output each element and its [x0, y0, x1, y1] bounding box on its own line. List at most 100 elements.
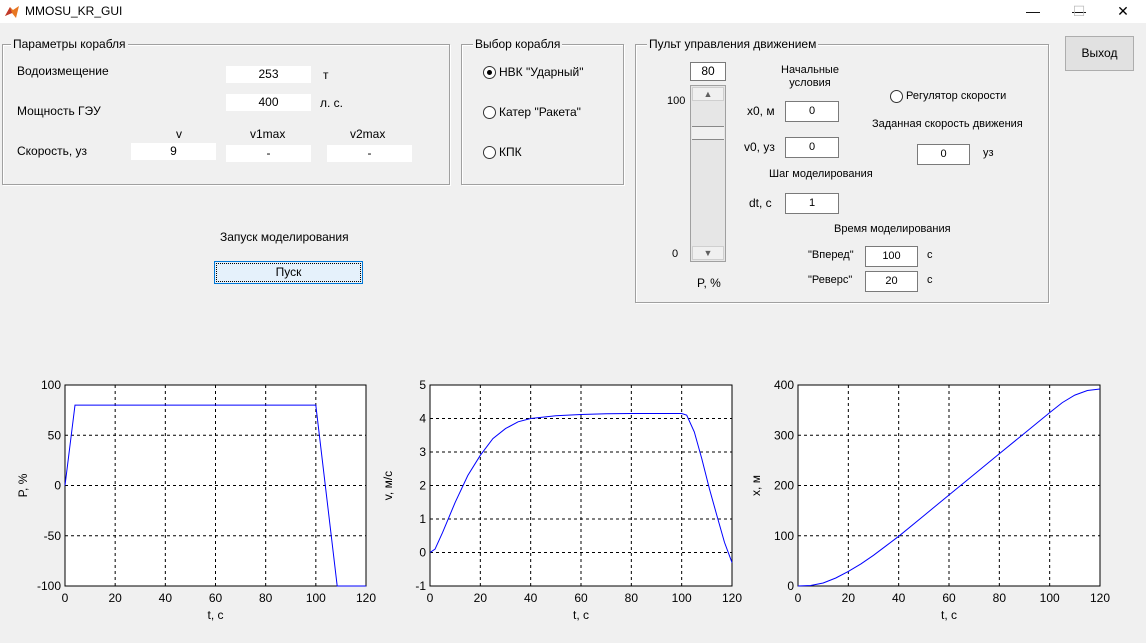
- y-tick-label: 100: [774, 529, 794, 543]
- motion-control-title: Пульт управления движением: [647, 37, 819, 51]
- x-tick-label: 40: [524, 591, 538, 605]
- y-axis-label: v, м/с: [381, 471, 395, 500]
- radio-raketa[interactable]: [483, 106, 496, 119]
- ship-select-title: Выбор корабля: [473, 37, 563, 51]
- y-tick-label: 0: [54, 479, 61, 493]
- forward-label: "Вперед": [808, 249, 854, 261]
- power-field[interactable]: 400: [226, 94, 311, 111]
- slider-thumb[interactable]: [692, 126, 724, 141]
- speed-regulator-option[interactable]: Регулятор скорости: [888, 89, 1038, 103]
- maximize-btn[interactable]: ☐: [1056, 0, 1102, 23]
- charts-area: 0 20 40 60 80 100 120-100-50050100t, сP, %0 20 4…: [16, 378, 1110, 622]
- displacement-unit: т: [323, 68, 329, 82]
- dt-label: dt, с: [749, 196, 772, 210]
- minimize-icon-glyph: —: [1026, 3, 1040, 19]
- x-tick-label: 120: [356, 591, 376, 605]
- v2max-field: -: [327, 145, 412, 162]
- slider-min-label: 0: [672, 248, 679, 260]
- reverse-time-field[interactable]: 20: [865, 271, 918, 292]
- x-tick-label: 100: [672, 591, 692, 605]
- slider-up-arrow[interactable]: ▲: [692, 87, 724, 101]
- y-tick-label: 400: [774, 378, 794, 392]
- y-tick-label: 3: [419, 445, 426, 459]
- run-label: Запуск моделирования: [220, 230, 349, 244]
- close-btn[interactable]: ✕: [1100, 0, 1146, 23]
- x-axis-label: t, с: [207, 608, 223, 622]
- y-tick-label: -100: [37, 579, 61, 593]
- slider-max-label: 100: [667, 95, 686, 107]
- ship-option-kpk-label: КПК: [499, 145, 522, 159]
- reverse-label: "Реверс": [808, 274, 853, 286]
- y-tick-label: 2: [419, 479, 426, 493]
- matlab-icon: [5, 6, 19, 18]
- maximize-icon: ☐: [1072, 3, 1086, 19]
- exit-button[interactable]: Выход: [1065, 36, 1134, 71]
- chart-2: 0 20 40 60 80 100 120-1012345t, сv, м/с: [381, 378, 742, 622]
- forward-time-field[interactable]: 100: [865, 246, 918, 267]
- target-speed-unit: уз: [983, 147, 994, 159]
- power-label: Мощность ГЭУ: [17, 104, 101, 118]
- y-tick-label: 0: [787, 579, 794, 593]
- v1max-field: -: [226, 145, 311, 162]
- radio-nvk[interactable]: [483, 66, 496, 79]
- radio-kpk[interactable]: [483, 146, 496, 159]
- power-percent-label: P, %: [697, 276, 721, 290]
- chart-3: 0 20 40 60 80 100 120 0 100 200 300 400 t, с x, м: [749, 378, 1110, 622]
- y-axis-label: x, м: [749, 475, 763, 496]
- reverse-unit: с: [927, 274, 933, 286]
- x-tick-label: 20: [108, 591, 122, 605]
- displacement-field[interactable]: 253: [226, 66, 311, 83]
- ship-option-raketa[interactable]: Катер "Ракета": [481, 105, 621, 121]
- x-tick-label: 40: [159, 591, 173, 605]
- x-axis-label: t, с: [573, 608, 589, 622]
- x-tick-label: 100: [306, 591, 326, 605]
- close-icon: ✕: [1117, 3, 1129, 19]
- x-tick-label: 60: [574, 591, 588, 605]
- y-tick-label: 5: [419, 378, 426, 392]
- v-field[interactable]: 9: [131, 143, 216, 160]
- chart-1: 0 20 40 60 80 100 120 -100 -50 0 50 100 t, с P, %: [16, 378, 376, 622]
- y-tick-label: 100: [41, 378, 61, 392]
- ship-option-raketa-label: Катер "Ракета": [499, 105, 581, 119]
- dt-field[interactable]: 1: [785, 193, 839, 214]
- x-tick-label: 120: [1090, 591, 1110, 605]
- title-bar: MMOSU_KR_GUI —: [0, 0, 1146, 23]
- y-axis-label: P, %: [16, 473, 30, 497]
- target-speed-title: Заданная скорость движения: [872, 118, 1023, 130]
- v0-field[interactable]: 0: [785, 137, 839, 158]
- displacement-label: Водоизмещение: [17, 64, 109, 78]
- y-tick-label: 200: [774, 479, 794, 493]
- col-v1max-header: v1max: [250, 127, 286, 141]
- x-tick-label: 60: [209, 591, 223, 605]
- x-tick-label: 0: [427, 591, 434, 605]
- x-tick-label: 120: [722, 591, 742, 605]
- y-tick-label: 300: [774, 428, 794, 442]
- x-tick-label: 100: [1040, 591, 1060, 605]
- y-tick-label: 0: [419, 546, 426, 560]
- radio-speed-regulator[interactable]: [890, 90, 903, 103]
- speed-regulator-label: Регулятор скорости: [906, 90, 1007, 102]
- x-tick-label: 60: [942, 591, 956, 605]
- speed-label: Скорость, уз: [17, 144, 87, 158]
- v0-label: v0, уз: [744, 140, 775, 154]
- y-tick-label: 4: [419, 412, 426, 426]
- y-tick-label: 1: [419, 512, 426, 526]
- minimize-btn[interactable]: —: [1010, 0, 1056, 23]
- x-tick-label: 80: [259, 591, 273, 605]
- run-button[interactable]: Пуск: [214, 261, 363, 284]
- power-percent-field[interactable]: 80: [690, 62, 726, 81]
- x-tick-label: 40: [892, 591, 906, 605]
- power-unit: л. с.: [320, 96, 344, 110]
- window-title: MMOSU_KR_GUI: [25, 4, 123, 18]
- x0-field[interactable]: 0: [785, 101, 839, 122]
- y-tick-label: -50: [44, 529, 62, 543]
- sim-time-title: Время моделирования: [834, 223, 951, 235]
- slider-down-arrow[interactable]: ▼: [692, 246, 724, 260]
- y-tick-label: 50: [48, 428, 62, 442]
- ship-option-nvk[interactable]: НВК "Ударный": [481, 65, 621, 81]
- power-slider[interactable]: ▲ ▼: [690, 85, 726, 262]
- target-speed-field[interactable]: 0: [917, 144, 970, 165]
- col-v-header: v: [176, 127, 182, 141]
- ship-option-nvk-label: НВК "Ударный": [499, 65, 584, 79]
- ship-option-kpk[interactable]: КПК: [481, 145, 621, 161]
